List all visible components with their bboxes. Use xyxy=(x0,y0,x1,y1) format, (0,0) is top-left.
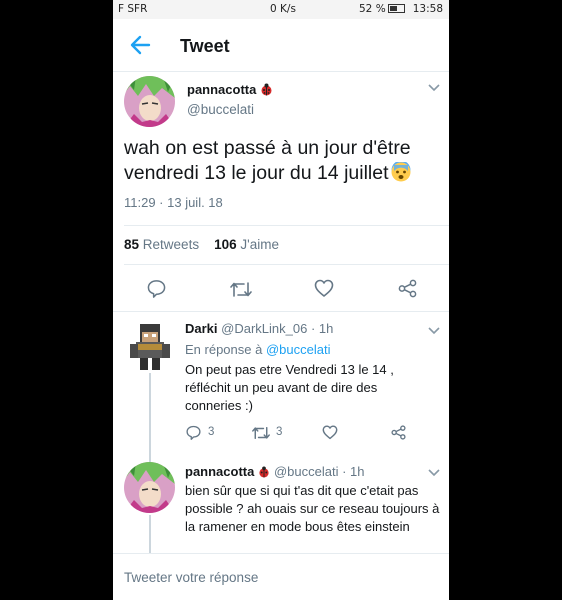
back-arrow-icon[interactable] xyxy=(129,34,151,56)
mention-link[interactable]: @buccelati xyxy=(266,342,331,357)
battery-icon xyxy=(387,4,405,13)
reply-icon[interactable] xyxy=(147,279,166,298)
divider xyxy=(124,225,449,226)
reply-icon[interactable] xyxy=(186,425,201,440)
thread-line xyxy=(149,515,151,555)
reply-text: On peut pas etre Vendredi 13 le 14 , réf… xyxy=(185,362,394,413)
tweet-text: wah on est passé à un jour d'être vendre… xyxy=(124,137,411,184)
tweet-stats: 85 Retweets 106 J'aime xyxy=(124,237,279,252)
reply-text: bien sûr que si qui t'as dit que c'etait… xyxy=(185,483,440,534)
avatar[interactable] xyxy=(124,320,175,371)
clock: 13:58 xyxy=(412,3,443,15)
carrier-label: F SFR xyxy=(118,3,148,15)
reply-author[interactable]: pannacotta @buccelati · 1h xyxy=(185,464,365,479)
thread-line xyxy=(149,373,151,463)
author-handle[interactable]: @buccelati xyxy=(187,102,254,117)
app-header: Tweet xyxy=(113,19,449,72)
in-reply-to: En réponse à @buccelati xyxy=(185,342,331,357)
retweets-stat[interactable]: 85 Retweets xyxy=(124,237,199,252)
chevron-down-icon[interactable] xyxy=(428,84,440,92)
divider xyxy=(124,264,449,265)
status-bar: F SFR 0 K/s 52 % 13:58 xyxy=(113,0,449,19)
reply-composer[interactable]: Tweeter votre réponse xyxy=(113,553,449,600)
heart-icon[interactable] xyxy=(322,425,338,440)
share-icon[interactable] xyxy=(391,425,406,440)
share-icon[interactable] xyxy=(398,279,417,298)
avatar[interactable] xyxy=(124,76,175,127)
fearful-face-icon xyxy=(391,162,411,182)
chevron-down-icon[interactable] xyxy=(428,327,440,335)
retweet-icon[interactable] xyxy=(252,426,270,440)
author-name[interactable]: pannacotta xyxy=(187,82,273,97)
retweet-count: 3 xyxy=(276,426,283,438)
avatar[interactable] xyxy=(124,462,175,513)
battery-percent: 52 % xyxy=(359,3,408,15)
phone-screen: F SFR 0 K/s 52 % 13:58 Tweet pannacotta … xyxy=(113,0,449,600)
retweet-icon[interactable] xyxy=(230,281,252,298)
likes-stat[interactable]: 106 J'aime xyxy=(214,237,279,252)
chevron-down-icon[interactable] xyxy=(428,469,440,477)
page-title: Tweet xyxy=(180,36,230,56)
heart-icon[interactable] xyxy=(314,279,334,298)
reply-author[interactable]: Darki @DarkLink_06 · 1h xyxy=(185,321,333,336)
divider xyxy=(113,311,449,312)
ladybug-icon xyxy=(259,466,269,478)
reply-count: 3 xyxy=(208,426,215,438)
ladybug-icon xyxy=(261,83,272,96)
network-speed: 0 K/s xyxy=(270,3,296,15)
tweet-timestamp: 11:29 · 13 juil. 18 xyxy=(124,195,223,210)
compose-placeholder[interactable]: Tweeter votre réponse xyxy=(124,570,258,585)
